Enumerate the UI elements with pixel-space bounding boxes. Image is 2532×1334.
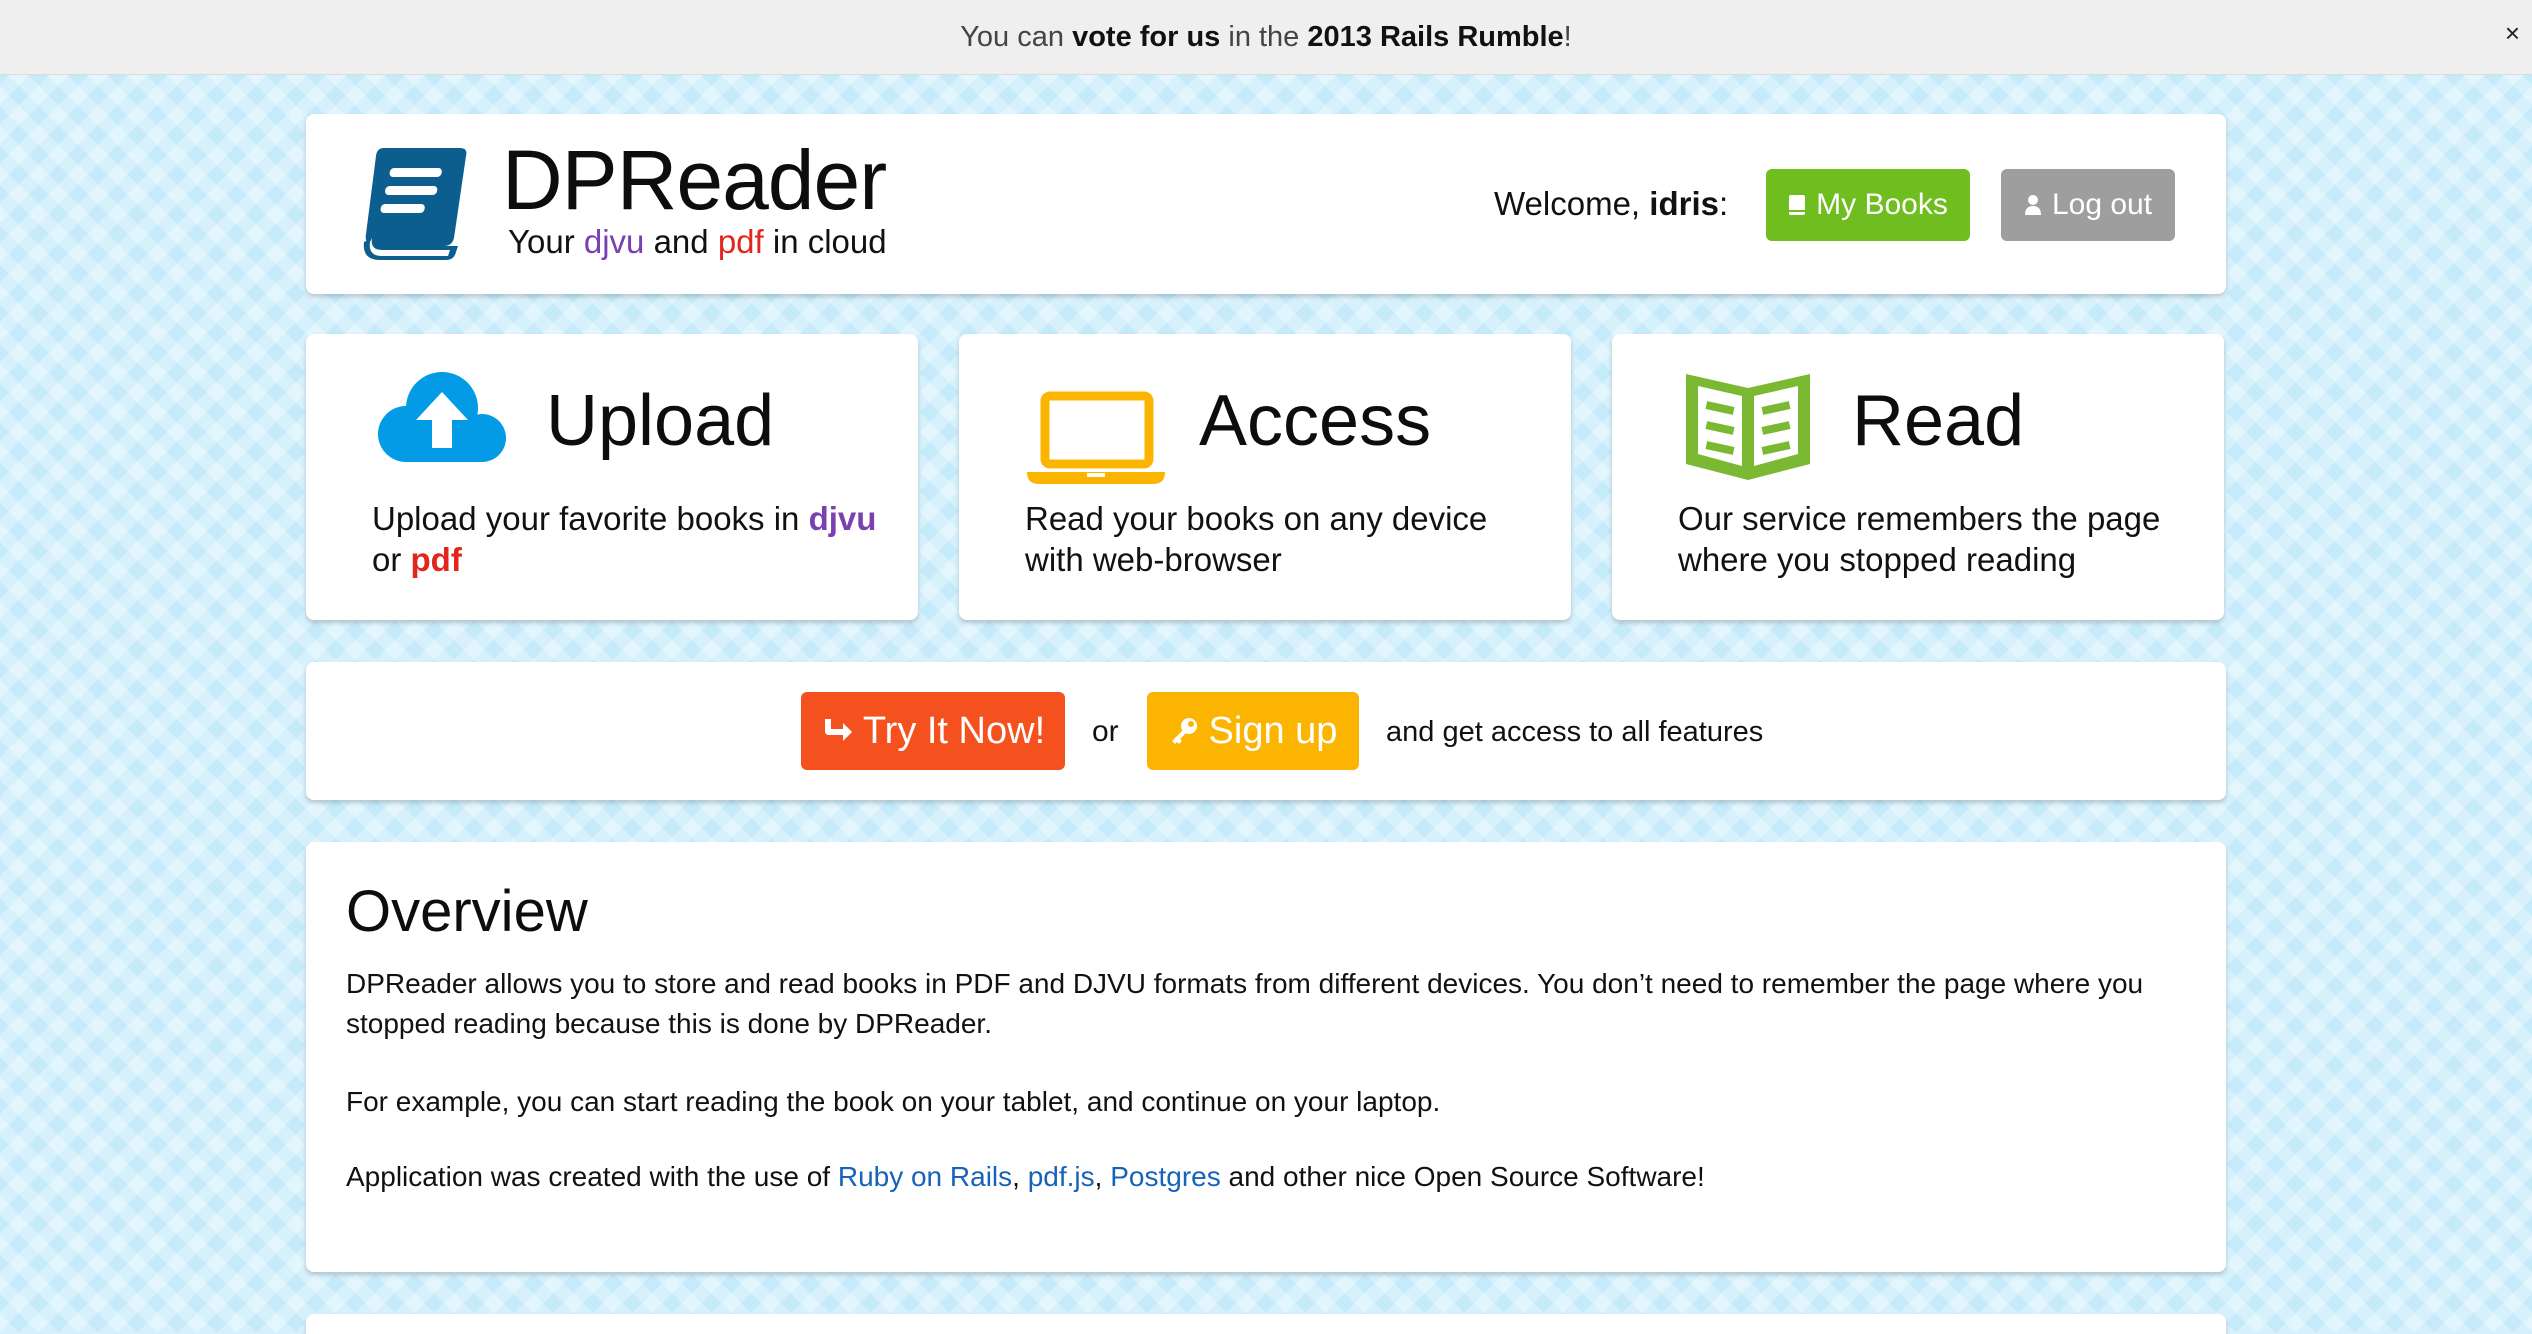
overview-paragraph-3: Application was created with the use of … — [346, 1161, 1705, 1192]
feature-read: Read Our service remembers the page wher… — [1612, 334, 2224, 620]
feature-upload-title: Upload — [546, 381, 775, 461]
sign-up-label: Sign up — [1208, 709, 1338, 752]
tagline: Your djvu and pdf in cloud — [508, 223, 887, 260]
try-it-now-label: Try It Now! — [862, 709, 1046, 752]
open-book-icon — [1686, 374, 1810, 480]
log-out-label: Log out — [2051, 188, 2153, 221]
ruby-on-rails-link[interactable]: Ruby on Rails — [838, 1161, 1012, 1192]
overview-paragraph-2: For example, you can start reading the b… — [346, 1086, 1441, 1117]
sign-up-button[interactable]: Sign up — [1147, 692, 1359, 770]
upload-pdf: pdf — [410, 541, 462, 578]
my-books-label: My Books — [1816, 188, 1948, 221]
next-section-card — [306, 1314, 2226, 1334]
laptop-icon — [1027, 391, 1165, 484]
arrow-share-icon — [824, 719, 852, 741]
welcome-text: Welcome, idris: — [1494, 185, 1729, 222]
feature-upload-desc: Upload your favorite books in djvu or pd… — [372, 500, 877, 578]
tagline-djvu: djvu — [583, 223, 645, 260]
feature-read-desc: Our service remembers the page where you… — [1678, 500, 2161, 578]
brand-title[interactable]: DPReader — [502, 132, 887, 228]
book-logo-icon[interactable] — [350, 142, 474, 266]
vote-link[interactable]: vote for us — [1072, 21, 1220, 53]
user-icon — [2024, 195, 2041, 215]
feature-access-title: Access — [1199, 381, 1432, 461]
try-it-now-button[interactable]: Try It Now! — [801, 692, 1065, 770]
cta-or-text: or — [1092, 715, 1119, 748]
feature-upload: Upload Upload your favorite books in djv… — [306, 334, 918, 620]
rumble-banner: You can vote for us in the 2013 Rails Ru… — [0, 0, 2532, 75]
upload-djvu: djvu — [808, 500, 877, 537]
feature-read-title: Read — [1852, 381, 2025, 461]
pdfjs-link[interactable]: pdf.js — [1028, 1161, 1095, 1192]
close-icon[interactable]: × — [2505, 18, 2520, 48]
overview-title: Overview — [346, 879, 588, 944]
banner-text: You can vote for us in the 2013 Rails Ru… — [960, 20, 1572, 53]
cta-panel: Try It Now! or Sign up and get access to… — [306, 662, 2226, 800]
log-out-button[interactable]: Log out — [2001, 169, 2175, 241]
overview-paragraph-1: DPReader allows you to store and read bo… — [346, 968, 2144, 1039]
overview-section: Overview DPReader allows you to store an… — [306, 842, 2226, 1272]
tagline-pdf: pdf — [717, 223, 764, 260]
cta-tail-text: and get access to all features — [1386, 716, 1764, 748]
postgres-link[interactable]: Postgres — [1110, 1161, 1221, 1192]
my-books-button[interactable]: My Books — [1766, 169, 1970, 241]
site-header: DPReader Your djvu and pdf in cloud Welc… — [306, 114, 2226, 294]
feature-access: Access Read your books on any device wit… — [959, 334, 1571, 620]
rumble-link[interactable]: 2013 Rails Rumble — [1307, 21, 1563, 53]
cloud-upload-icon — [378, 372, 506, 462]
key-icon — [1171, 718, 1197, 744]
book-icon — [1789, 195, 1806, 215]
feature-access-desc: Read your books on any device with web-b… — [1025, 500, 1488, 578]
username: idris — [1649, 185, 1719, 222]
